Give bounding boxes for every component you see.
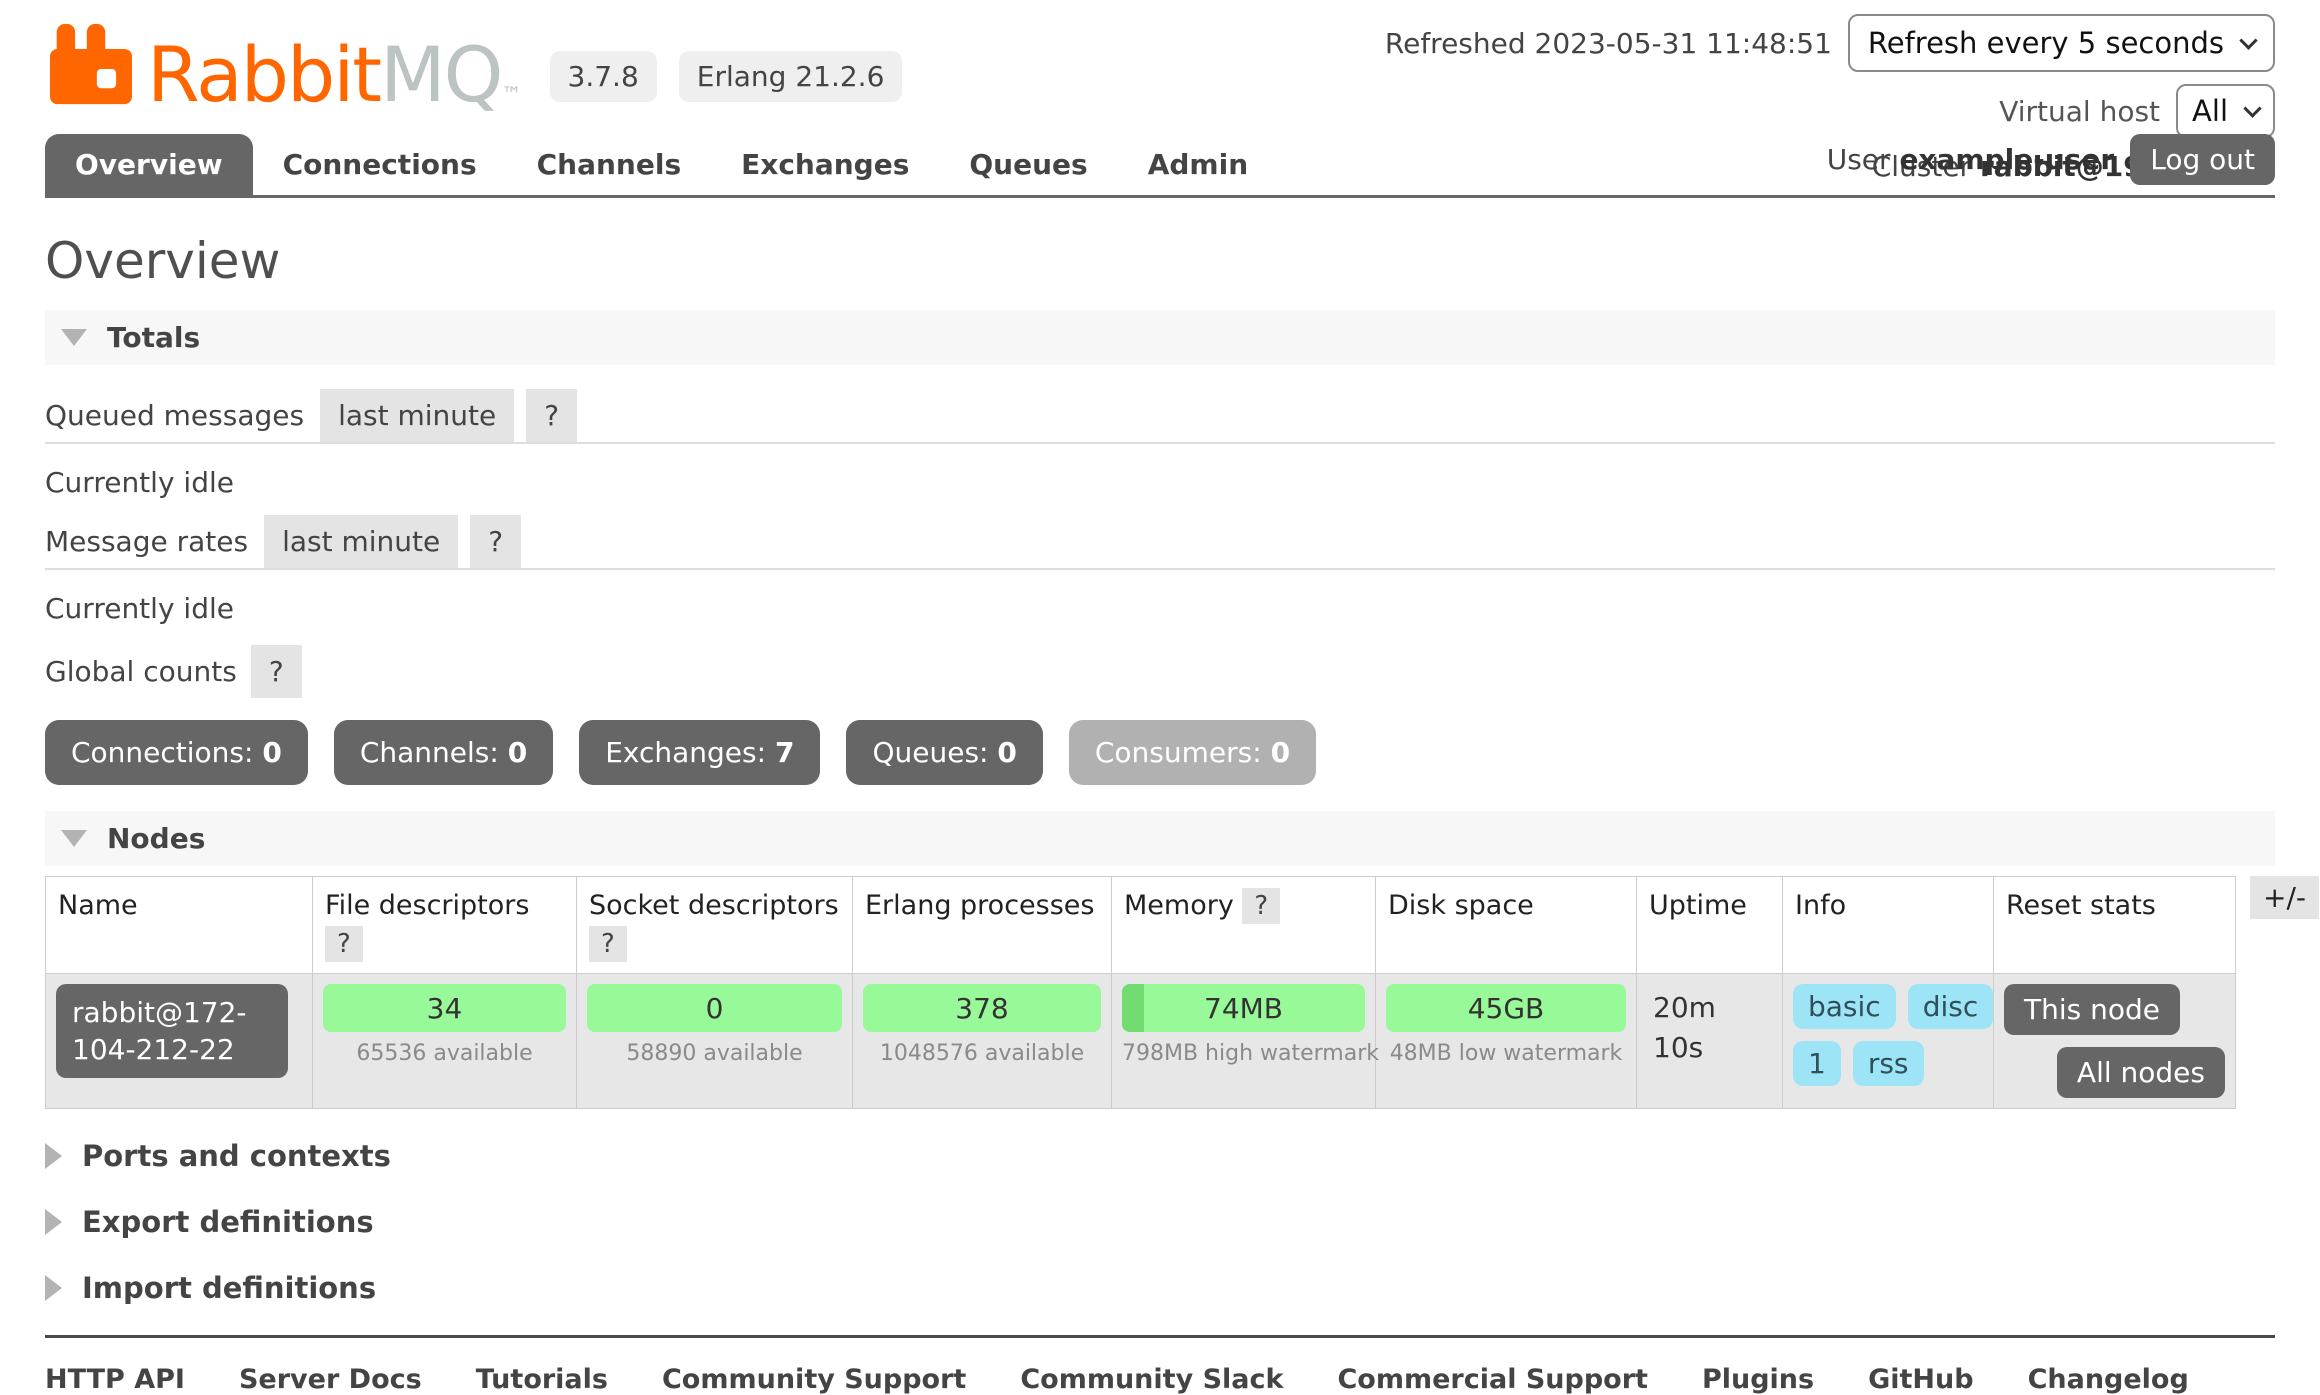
global-counts-help-badge[interactable]: ? [251, 645, 302, 698]
uptime-cell: 20m 10s [1637, 974, 1783, 1109]
footer-link-commercial-support[interactable]: Commercial Support [1337, 1364, 1648, 1395]
app-header: RabbitMQ™ 3.7.8 Erlang 21.2.6 Refreshed … [0, 0, 2320, 132]
consumers-count-badge: Consumers: 0 [1069, 720, 1316, 785]
file-descriptors-cell: 34 65536 available [313, 974, 577, 1109]
exchanges-count-badge: Exchanges: 7 [579, 720, 820, 785]
virtual-host-select[interactable]: All [2176, 84, 2275, 138]
col-memory: Memory ? [1112, 877, 1376, 974]
disk-space-cell: 45GB 48MB low watermark [1376, 974, 1637, 1109]
footer-link-plugins[interactable]: Plugins [1702, 1364, 1814, 1395]
rates-idle-text: Currently idle [45, 592, 2275, 625]
triangle-right-icon [45, 1143, 62, 1169]
footer-link-changelog[interactable]: Changelog [2028, 1364, 2189, 1395]
rates-range-badge[interactable]: last minute [264, 515, 458, 568]
queued-idle-text: Currently idle [45, 466, 2275, 499]
memory-help-badge[interactable]: ? [1242, 888, 1280, 924]
virtual-host-label: Virtual host [1999, 95, 2160, 128]
column-selector-badge[interactable]: +/- [2250, 876, 2319, 919]
refresh-interval-select[interactable]: Refresh every 5 seconds [1848, 14, 2275, 72]
memory-cell: 74MB 798MB high watermark [1112, 974, 1376, 1109]
nodes-section-header[interactable]: Nodes [45, 811, 2275, 866]
footer-links: HTTP API Server Docs Tutorials Community… [0, 1338, 2320, 1395]
user-name: example-user [1899, 143, 2114, 176]
node-type-badge: disc [1908, 984, 1994, 1029]
reset-stats-cell: This node All nodes [1994, 974, 2236, 1109]
global-counts-label: Global counts [45, 655, 237, 688]
queued-messages-row: Queued messages last minute ? [45, 389, 2275, 444]
memory-bar: 74MB [1122, 984, 1365, 1032]
ports-and-contexts-section[interactable]: Ports and contexts [45, 1137, 2275, 1175]
rates-help-badge[interactable]: ? [470, 515, 521, 568]
tab-exchanges[interactable]: Exchanges [711, 134, 939, 195]
tab-connections[interactable]: Connections [253, 134, 507, 195]
channels-count-badge: Channels: 0 [334, 720, 553, 785]
connections-count-badge: Connections: 0 [45, 720, 308, 785]
file-descriptors-help-badge[interactable]: ? [325, 926, 363, 962]
stats-level-badge: basic [1793, 984, 1896, 1029]
triangle-right-icon [45, 1275, 62, 1301]
memory-strategy-badge[interactable]: 1 [1793, 1041, 1841, 1086]
rabbitmq-rabbit-icon [45, 20, 137, 108]
rabbitmq-logo: RabbitMQ™ [45, 20, 522, 108]
col-reset-stats: Reset stats [1994, 877, 2236, 974]
footer-link-http-api[interactable]: HTTP API [45, 1364, 185, 1395]
totals-section-header[interactable]: Totals [45, 310, 2275, 365]
col-erlang-processes: Erlang processes [853, 877, 1112, 974]
footer-link-tutorials[interactable]: Tutorials [476, 1364, 608, 1395]
reset-all-nodes-button[interactable]: All nodes [2057, 1047, 2225, 1098]
col-file-descriptors: File descriptors ? [313, 877, 577, 974]
import-definitions-section[interactable]: Import definitions [45, 1269, 2275, 1307]
tab-overview[interactable]: Overview [45, 134, 253, 195]
triangle-down-icon [61, 830, 87, 847]
node-name-badge: rabbit@172-104-212-22 [56, 984, 288, 1078]
queues-count-badge: Queues: 0 [846, 720, 1042, 785]
socket-descriptors-bar: 0 [587, 984, 842, 1032]
col-name: Name [46, 877, 313, 974]
info-cell: basic disc 1 rss [1783, 974, 1994, 1109]
footer-link-server-docs[interactable]: Server Docs [239, 1364, 422, 1395]
col-disk-space: Disk space [1376, 877, 1637, 974]
logout-button[interactable]: Log out [2130, 134, 2275, 185]
chevron-down-icon [2243, 99, 2261, 117]
message-rates-label: Message rates [45, 515, 252, 568]
erlang-processes-bar: 378 [863, 984, 1101, 1032]
tab-queues[interactable]: Queues [939, 134, 1117, 195]
tab-channels[interactable]: Channels [507, 134, 712, 195]
queued-range-badge[interactable]: last minute [320, 389, 514, 442]
user-label: User example-user [1827, 143, 2115, 176]
erlang-version-badge: Erlang 21.2.6 [679, 51, 903, 102]
footer-link-github[interactable]: GitHub [1868, 1364, 1973, 1395]
socket-descriptors-cell: 0 58890 available [577, 974, 853, 1109]
refreshed-timestamp: Refreshed 2023-05-31 11:48:51 [1385, 27, 1832, 60]
triangle-down-icon [61, 329, 87, 346]
logo-wordmark: RabbitMQ™ [147, 43, 522, 108]
footer-link-community-support[interactable]: Community Support [662, 1364, 966, 1395]
col-socket-descriptors: Socket descriptors ? [577, 877, 853, 974]
memory-rss-badge[interactable]: rss [1853, 1041, 1924, 1086]
node-row: rabbit@172-104-212-22 34 65536 available… [46, 974, 2236, 1109]
main-nav: Overview Connections Channels Exchanges … [45, 132, 2275, 198]
queued-help-badge[interactable]: ? [526, 389, 577, 442]
socket-descriptors-help-badge[interactable]: ? [589, 926, 627, 962]
global-counts-badges: Connections: 0 Channels: 0 Exchanges: 7 … [45, 720, 2275, 785]
file-descriptors-bar: 34 [323, 984, 566, 1032]
global-counts-row: Global counts ? [45, 645, 2275, 698]
rabbitmq-version-badge: 3.7.8 [550, 51, 657, 102]
col-info: Info [1783, 877, 1994, 974]
reset-this-node-button[interactable]: This node [2004, 984, 2180, 1035]
col-uptime: Uptime [1637, 877, 1783, 974]
page-title: Overview [45, 232, 2275, 290]
export-definitions-section[interactable]: Export definitions [45, 1203, 2275, 1241]
tab-admin[interactable]: Admin [1118, 134, 1278, 195]
message-rates-row: Message rates last minute ? [45, 515, 2275, 570]
footer-link-community-slack[interactable]: Community Slack [1020, 1364, 1283, 1395]
memory-used-fill [1122, 984, 1144, 1032]
triangle-right-icon [45, 1209, 62, 1235]
queued-messages-label: Queued messages [45, 389, 308, 442]
nodes-table: Name File descriptors ? Socket descripto… [45, 876, 2236, 1109]
disk-space-bar: 45GB [1386, 984, 1626, 1032]
chevron-down-icon [2239, 31, 2257, 49]
erlang-processes-cell: 378 1048576 available [853, 974, 1112, 1109]
nodes-table-header-row: Name File descriptors ? Socket descripto… [46, 877, 2236, 974]
